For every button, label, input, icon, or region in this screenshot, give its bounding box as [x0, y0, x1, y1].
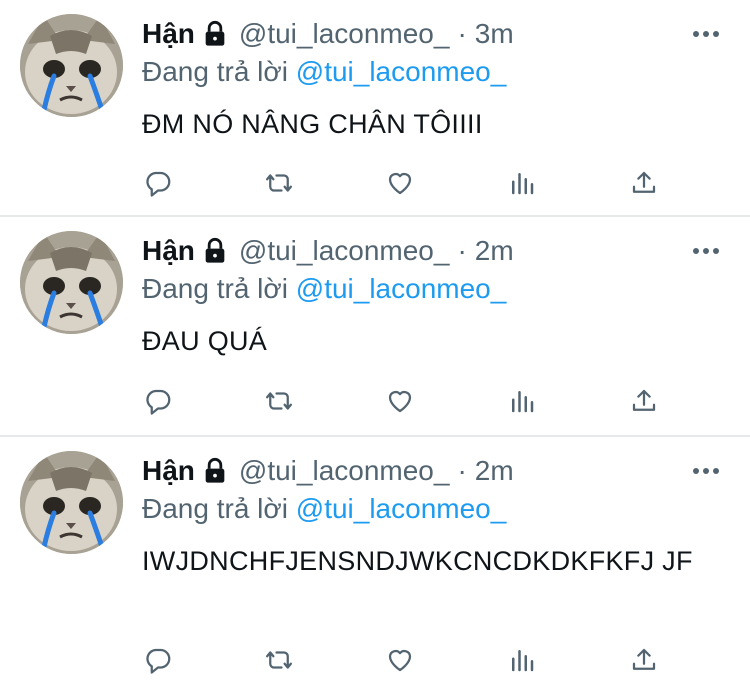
author-name[interactable]: Hận [142, 455, 195, 487]
more-icon[interactable] [692, 26, 720, 37]
tweet-header: Hận @tui_laconmeo_ · 2m [142, 453, 514, 489]
reply-prefix: Đang trả lời [142, 493, 288, 524]
reply-icon[interactable] [140, 165, 176, 201]
share-icon[interactable] [626, 383, 662, 419]
reply-context: Đang trả lời @tui_laconmeo_ [142, 56, 506, 88]
like-icon[interactable] [382, 642, 418, 678]
author-handle[interactable]: @tui_laconmeo_ [239, 18, 450, 50]
avatar[interactable] [20, 451, 123, 554]
reply-context: Đang trả lời @tui_laconmeo_ [142, 273, 506, 305]
lock-icon [201, 457, 229, 485]
separator-dot: · [457, 235, 467, 266]
reply-mention[interactable]: @tui_laconmeo_ [296, 56, 507, 87]
reply-icon[interactable] [140, 642, 176, 678]
avatar[interactable] [20, 14, 123, 117]
reply-mention[interactable]: @tui_laconmeo_ [296, 273, 507, 304]
tweet[interactable]: Hận @tui_laconmeo_ · 3m Đang trả lời @tu… [0, 0, 750, 215]
timestamp[interactable]: 3m [475, 18, 514, 50]
author-name[interactable]: Hận [142, 235, 195, 267]
retweet-icon[interactable] [261, 383, 297, 419]
reply-prefix: Đang trả lời [142, 273, 288, 304]
author-handle[interactable]: @tui_laconmeo_ [239, 455, 450, 487]
author-handle[interactable]: @tui_laconmeo_ [239, 235, 450, 267]
tweet[interactable]: Hận @tui_laconmeo_ · 2m Đang trả lời @tu… [0, 217, 750, 435]
separator-dot: · [457, 455, 467, 486]
retweet-icon[interactable] [261, 642, 297, 678]
tweet-header: Hận @tui_laconmeo_ · 2m [142, 233, 514, 269]
author-name[interactable]: Hận [142, 18, 195, 50]
tweet-actions [140, 383, 670, 419]
reply-icon[interactable] [140, 383, 176, 419]
share-icon[interactable] [626, 165, 662, 201]
tweet[interactable]: Hận @tui_laconmeo_ · 2m Đang trả lời @tu… [0, 437, 750, 681]
retweet-icon[interactable] [261, 165, 297, 201]
timestamp[interactable]: 2m [475, 235, 514, 267]
views-icon[interactable] [504, 642, 540, 678]
tweet-text: ĐAU QUÁ [142, 326, 268, 356]
reply-context: Đang trả lời @tui_laconmeo_ [142, 493, 506, 525]
like-icon[interactable] [382, 383, 418, 419]
tweet-header: Hận @tui_laconmeo_ · 3m [142, 16, 514, 52]
lock-icon [201, 237, 229, 265]
views-icon[interactable] [504, 165, 540, 201]
reply-prefix: Đang trả lời [142, 56, 288, 87]
more-icon[interactable] [692, 463, 720, 474]
timestamp[interactable]: 2m [475, 455, 514, 487]
views-icon[interactable] [504, 383, 540, 419]
like-icon[interactable] [382, 165, 418, 201]
more-icon[interactable] [692, 243, 720, 254]
tweet-text: IWJDNCHFJENSNDJWKCNCDKDKFKFJ JF [142, 546, 693, 576]
share-icon[interactable] [626, 642, 662, 678]
reply-mention[interactable]: @tui_laconmeo_ [296, 493, 507, 524]
tweet-actions [140, 642, 670, 678]
tweet-actions [140, 165, 670, 201]
tweet-text: ĐM NÓ NÂNG CHÂN TÔIIII [142, 109, 483, 139]
lock-icon [201, 20, 229, 48]
separator-dot: · [457, 18, 467, 49]
tweet-thread: Hận @tui_laconmeo_ · 3m Đang trả lời @tu… [0, 0, 750, 681]
avatar[interactable] [20, 231, 123, 334]
